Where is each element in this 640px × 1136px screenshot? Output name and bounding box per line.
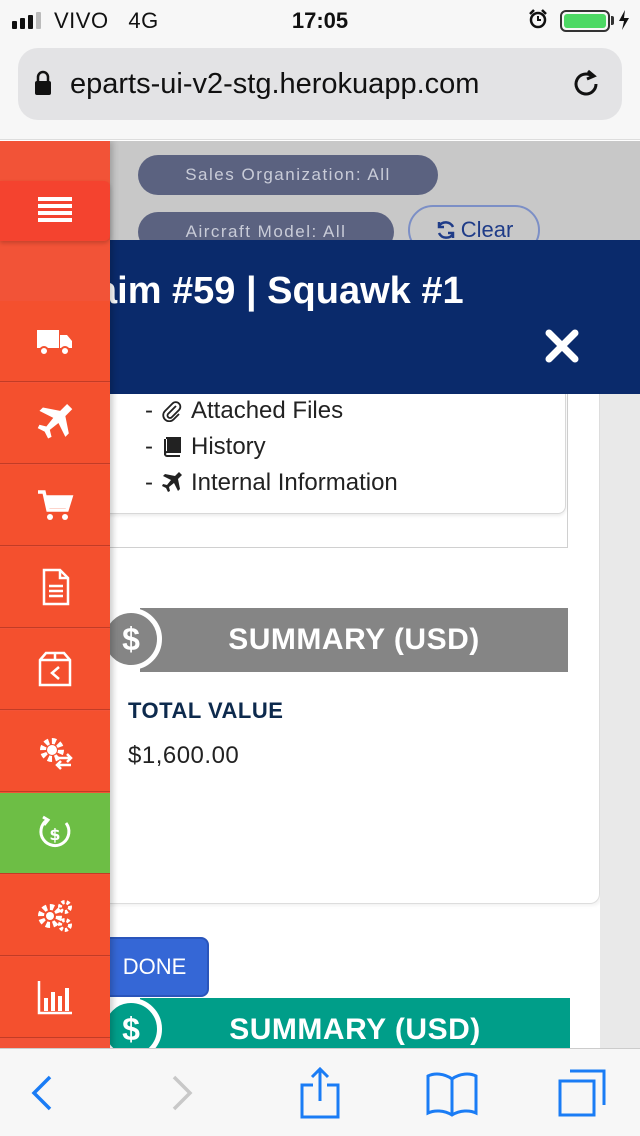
status-bar: VIVO 4G 17:05 <box>0 0 640 40</box>
summary-heading-second: SUMMARY (USD) <box>229 1013 481 1046</box>
truck-icon <box>37 330 72 356</box>
document-icon <box>42 568 70 606</box>
cart-icon <box>38 490 74 520</box>
back-icon[interactable] <box>16 1067 68 1119</box>
summary-header: SUMMARY (USD) <box>140 608 568 672</box>
reload-icon[interactable] <box>570 68 602 100</box>
nav-item-reports[interactable] <box>0 957 110 1038</box>
tabs-icon[interactable] <box>556 1067 608 1119</box>
summary-heading: SUMMARY (USD) <box>228 623 480 656</box>
lock-icon <box>35 70 51 95</box>
menu-icon <box>38 197 72 222</box>
nav-item-warranty[interactable]: $ <box>0 793 110 874</box>
battery-cap <box>611 16 614 25</box>
refresh-icon <box>437 221 454 239</box>
done-button[interactable]: DONE <box>100 937 209 997</box>
alarm-icon <box>529 9 547 29</box>
nav-item-aircraft[interactable] <box>0 383 110 464</box>
return-box-icon <box>38 651 72 687</box>
nav-item-documents[interactable] <box>0 547 110 628</box>
side-navigation: $ <box>0 141 110 1049</box>
total-value-label: TOTAL VALUE <box>128 698 284 723</box>
share-icon[interactable] <box>294 1067 346 1119</box>
battery-fill <box>564 14 606 28</box>
bookmarks-icon[interactable] <box>426 1067 478 1119</box>
plane-icon <box>37 404 73 439</box>
dollar-cycle-icon: $ <box>39 815 71 848</box>
nav-item-settings[interactable] <box>0 875 110 956</box>
nav-item-exchange[interactable] <box>0 711 110 792</box>
gears-icon <box>38 900 72 932</box>
svg-text:$: $ <box>49 825 60 844</box>
close-icon[interactable] <box>544 328 580 364</box>
forward-icon[interactable] <box>156 1067 208 1119</box>
summary-header-second: SUMMARY (USD) <box>140 998 570 1049</box>
browser-address-bar: eparts-ui-v2-stg.herokuapp.com <box>0 40 640 140</box>
charging-icon <box>619 10 629 30</box>
url-field[interactable]: eparts-ui-v2-stg.herokuapp.com <box>18 48 622 120</box>
browser-toolbar <box>0 1048 640 1136</box>
nav-item-shipping[interactable] <box>0 301 110 382</box>
bar-chart-icon <box>37 981 72 1015</box>
total-value-amount: $1,600.00 <box>128 742 240 769</box>
page-gutter <box>600 394 640 1049</box>
nav-item-returns[interactable] <box>0 629 110 710</box>
gear-exchange-icon <box>40 738 73 770</box>
url-text[interactable]: eparts-ui-v2-stg.herokuapp.com <box>70 68 564 101</box>
battery-icon <box>560 10 610 32</box>
menu-button[interactable] <box>0 181 110 241</box>
page-content: Sales Organization: All Aircraft Model: … <box>0 141 640 1049</box>
nav-item-cart[interactable] <box>0 465 110 546</box>
modal-title: aim #59 | Squawk #1 <box>96 270 464 312</box>
sales-organization-filter[interactable]: Sales Organization: All <box>138 155 438 195</box>
